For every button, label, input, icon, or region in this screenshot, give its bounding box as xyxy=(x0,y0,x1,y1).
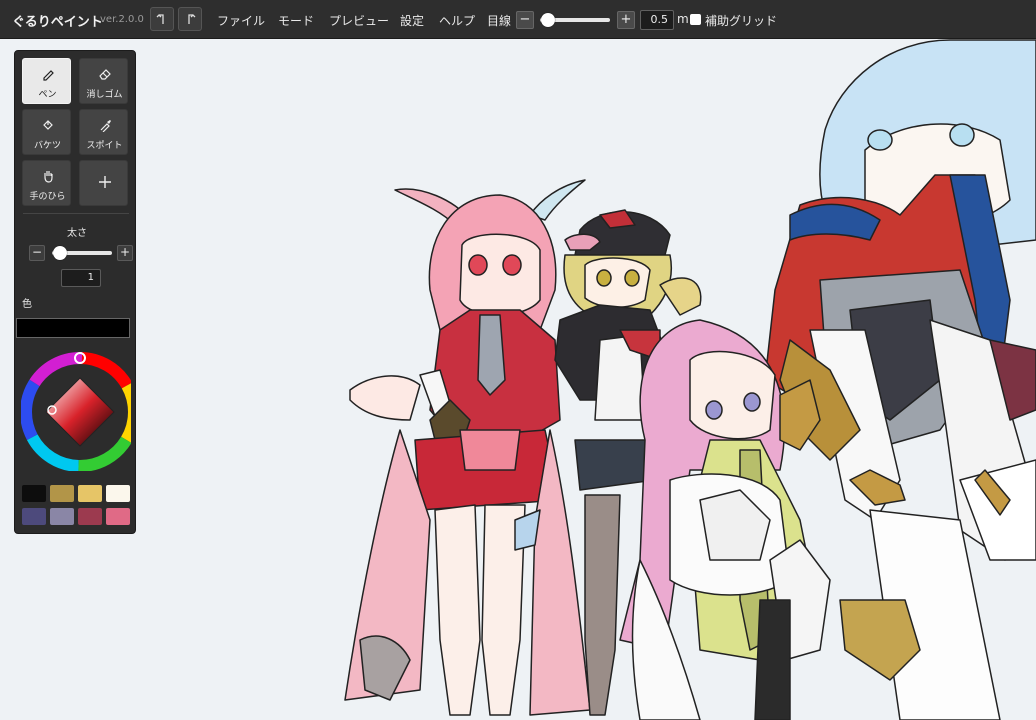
tool-eyedropper[interactable]: スポイト xyxy=(79,109,128,155)
eye-level-label: 目線 xyxy=(487,14,512,28)
current-color-swatch[interactable] xyxy=(16,318,130,338)
undo-button[interactable] xyxy=(150,7,174,31)
top-toolbar: ぐるりペイント ver.2.0.0 ファイル モード プレビュー 設定 ヘルプ … xyxy=(0,0,1036,39)
redo-button[interactable] xyxy=(178,7,202,31)
assist-grid-checkbox[interactable] xyxy=(690,14,701,25)
tool-hand-label: 手のひら xyxy=(29,192,66,202)
palette-swatch[interactable] xyxy=(78,485,102,502)
color-label: 色 xyxy=(22,299,32,310)
brush-size-label: 太さ xyxy=(67,228,87,239)
pen-icon xyxy=(23,66,72,85)
tool-pen[interactable]: ペン xyxy=(22,58,71,104)
eye-level-slider-handle[interactable] xyxy=(541,13,555,27)
assist-grid-label[interactable]: 補助グリッド xyxy=(705,12,777,29)
panel-divider xyxy=(23,213,129,214)
palette-swatch[interactable] xyxy=(106,508,130,525)
brush-size-slider-handle[interactable] xyxy=(53,246,67,260)
eye-level-decrease-button[interactable]: − xyxy=(516,11,534,29)
undo-icon xyxy=(156,14,164,24)
drawing-canvas[interactable] xyxy=(0,39,1036,720)
menu-settings[interactable]: 設定 xyxy=(400,12,424,29)
tool-eraser-label: 消しゴム xyxy=(86,90,123,100)
app-version: ver.2.0.0 xyxy=(100,14,144,25)
menu-preview[interactable]: プレビュー xyxy=(329,12,389,29)
palette xyxy=(22,485,134,525)
palette-swatch[interactable] xyxy=(106,485,130,502)
eyedropper-icon xyxy=(80,117,129,136)
eraser-icon xyxy=(80,66,129,85)
add-tool-button[interactable] xyxy=(79,160,128,206)
palette-swatch[interactable] xyxy=(78,508,102,525)
menu-mode[interactable]: モード xyxy=(278,12,314,29)
brush-size-decrease-button[interactable]: − xyxy=(29,245,45,261)
tool-eyedropper-label: スポイト xyxy=(86,141,123,151)
bucket-icon xyxy=(23,117,72,136)
tool-bucket-label: バケツ xyxy=(33,141,61,151)
color-wheel[interactable] xyxy=(21,351,131,471)
tool-pen-label: ペン xyxy=(38,90,57,100)
brush-size-increase-button[interactable]: + xyxy=(117,245,133,261)
tool-eraser[interactable]: 消しゴム xyxy=(79,58,128,104)
eye-level-increase-button[interactable]: + xyxy=(617,11,635,29)
tool-hand[interactable]: 手のひら xyxy=(22,160,71,206)
palette-swatch[interactable] xyxy=(50,485,74,502)
eye-level-unit: m xyxy=(677,12,689,26)
tool-panel: ペン 消しゴム バケツ スポイト 手のひら 太さ − + 1 色 xyxy=(14,50,136,534)
app-title: ぐるりペイント xyxy=(12,15,103,30)
plus-icon xyxy=(80,174,129,193)
menu-help[interactable]: ヘルプ xyxy=(439,12,475,29)
redo-icon xyxy=(188,14,196,24)
palette-swatch[interactable] xyxy=(22,508,46,525)
tool-bucket[interactable]: バケツ xyxy=(22,109,71,155)
hand-icon xyxy=(23,168,72,187)
palette-swatch[interactable] xyxy=(50,508,74,525)
menu-file[interactable]: ファイル xyxy=(217,12,265,29)
palette-swatch[interactable] xyxy=(22,485,46,502)
eye-level-input[interactable]: 0.5 xyxy=(640,10,674,30)
brush-size-input[interactable]: 1 xyxy=(61,269,101,287)
